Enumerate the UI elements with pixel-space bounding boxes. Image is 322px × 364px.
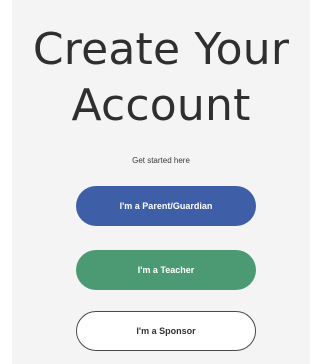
signup-panel: Create Your Account Get started here I'm… <box>12 0 310 364</box>
teacher-button[interactable]: I'm a Teacher <box>76 250 256 290</box>
parent-guardian-button[interactable]: I'm a Parent/Guardian <box>76 186 256 226</box>
page-title-line-2: Account <box>71 80 251 131</box>
page-subtitle: Get started here <box>132 156 190 165</box>
sponsor-button[interactable]: I'm a Sponsor <box>76 311 256 351</box>
page-title-line-1: Create Your <box>32 24 290 75</box>
teacher-button-label: I'm a Teacher <box>137 265 195 275</box>
page-title: Create Your Account <box>12 22 310 134</box>
parent-guardian-button-label: I'm a Parent/Guardian <box>119 201 213 211</box>
sponsor-button-label: I'm a Sponsor <box>136 326 196 336</box>
